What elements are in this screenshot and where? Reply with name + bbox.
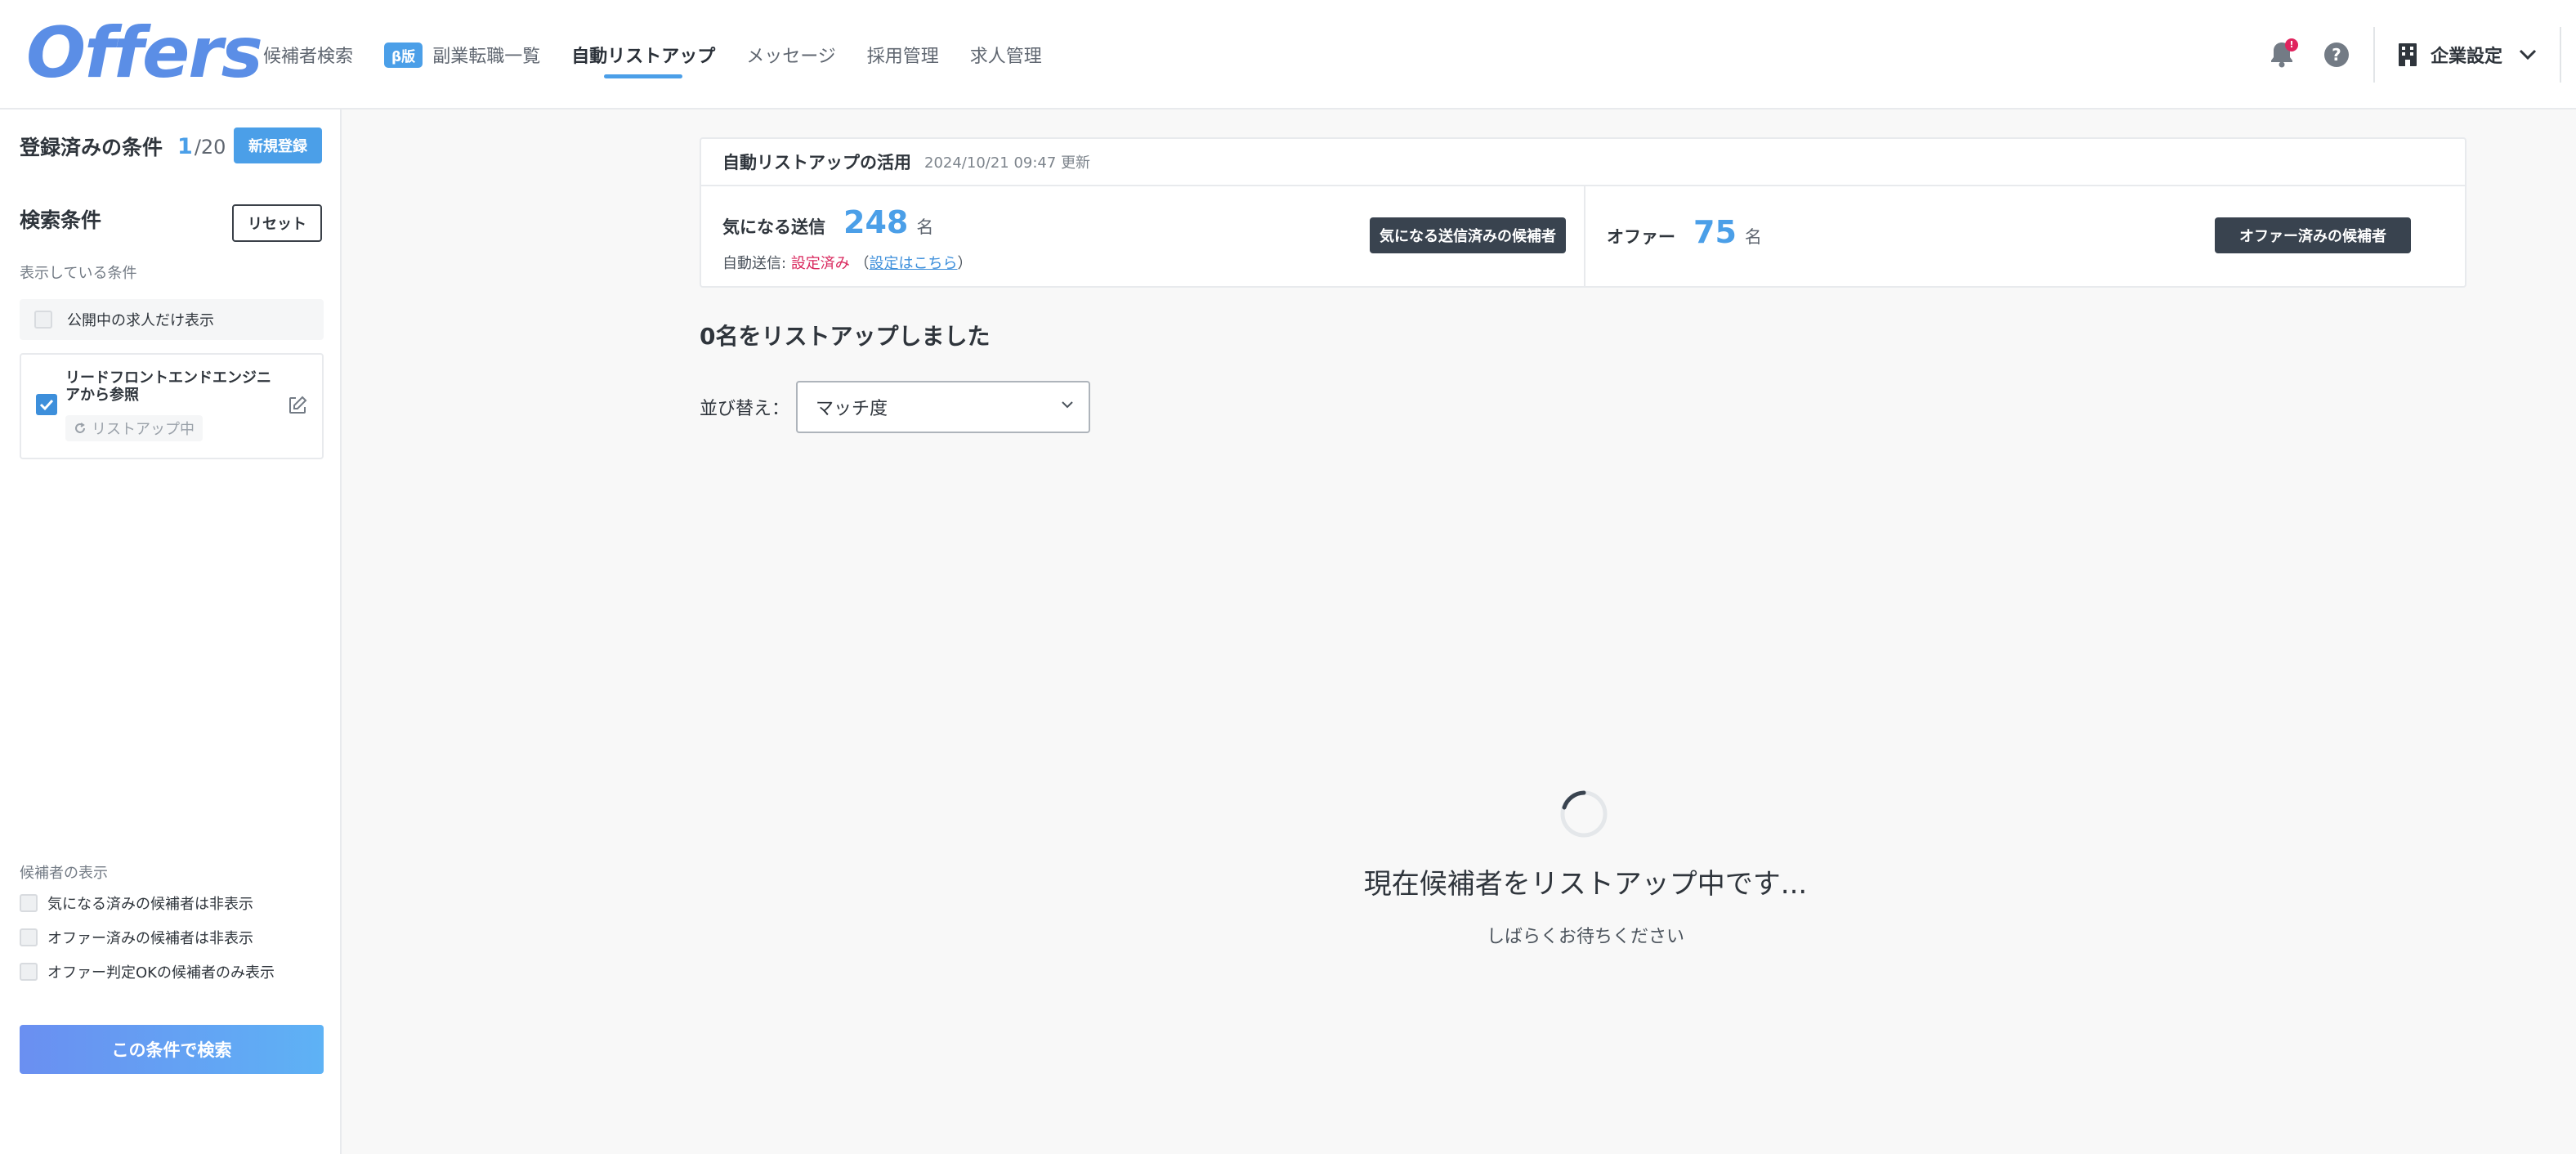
settings-link[interactable]: 設定はこちら — [870, 255, 958, 272]
nav-label: 採用管理 — [866, 47, 939, 67]
nav-label: 求人管理 — [969, 47, 1042, 67]
option-label: オファー判定OKの候補者のみ表示 — [47, 964, 275, 982]
auto-send-label: 自動送信: — [722, 255, 787, 272]
corp-settings-label: 企業設定 — [2430, 47, 2502, 67]
beta-badge: β版 — [384, 42, 423, 68]
listed-count-heading: 0名をリストアップしました — [700, 323, 991, 350]
registered-title: 登録済みの条件 — [20, 136, 163, 159]
building-icon — [2398, 43, 2417, 66]
interest-panel: 気になる送信 248 名 自動送信: 設定済み （設定はこちら） 気になる送信済… — [701, 186, 1585, 288]
auto-listup-summary-card: 自動リストアップの活用 2024/10/21 09:47 更新 気になる送信 2… — [700, 137, 2466, 288]
option-label: 気になる済みの候補者は非表示 — [47, 896, 253, 913]
top-header: Offers 候補者検索 β版 副業転職一覧 自動リストアップ メッセージ 採用管… — [0, 0, 2576, 110]
summary-updated: 2024/10/21 09:47 更新 — [924, 154, 1091, 172]
nav-label: 副業転職一覧 — [432, 47, 541, 67]
offer-panel: オファー 75 名 オファー済みの候補者 — [1587, 186, 2466, 288]
new-register-button[interactable]: 新規登録 — [234, 127, 322, 163]
sort-label: 並び替え： — [700, 399, 790, 419]
saved-condition-card[interactable]: リードフロントエンドエンジニアから参照 リストアップ中 — [20, 353, 324, 459]
hide-offered-checkbox[interactable] — [20, 928, 38, 946]
help-icon[interactable]: ? — [2323, 42, 2349, 67]
nav-side-job-list[interactable]: β版 副業転職一覧 — [384, 0, 540, 110]
public-only-label: 公開中の求人だけ表示 — [67, 312, 214, 329]
candidate-display-title: 候補者の表示 — [20, 865, 108, 882]
edit-icon[interactable] — [288, 396, 307, 415]
hide-offered-option[interactable]: オファー済みの候補者は非表示 — [20, 927, 253, 948]
public-only-checkbox-row[interactable]: 公開中の求人だけ表示 — [20, 299, 324, 340]
nav-job-management[interactable]: 求人管理 — [970, 0, 1042, 110]
corp-settings-menu[interactable]: 企業設定 — [2375, 27, 2560, 83]
listup-status-badge: リストアップ中 — [65, 415, 203, 441]
shown-conditions-label: 表示している条件 — [20, 265, 137, 282]
public-only-checkbox[interactable] — [34, 311, 52, 329]
offer-ok-only-checkbox[interactable] — [20, 963, 38, 981]
sort-select[interactable]: マッチ度 — [796, 381, 1090, 433]
chevron-down-icon — [2519, 49, 2537, 60]
option-label: オファー済みの候補者は非表示 — [47, 930, 253, 947]
listup-status-label: リストアップ中 — [92, 421, 195, 438]
loading-message: 現在候補者をリストアップ中です... — [1363, 868, 1808, 901]
interest-unit: 名 — [916, 217, 934, 237]
refresh-icon — [75, 423, 85, 433]
chevron-down-icon — [1062, 401, 1073, 409]
header-divider — [2560, 27, 2561, 83]
interest-count: 248 — [843, 204, 909, 240]
notification-badge: ! — [2284, 38, 2298, 51]
summary-title: 自動リストアップの活用 — [722, 153, 911, 172]
notification-bell-icon[interactable]: ! — [2264, 37, 2300, 73]
condition-name: リードフロントエンドエンジニアから参照 — [65, 369, 271, 404]
nav-candidate-search[interactable]: 候補者検索 — [263, 0, 353, 110]
nav-auto-listup[interactable]: 自動リストアップ — [571, 0, 715, 110]
offer-ok-only-option[interactable]: オファー判定OKの候補者のみ表示 — [20, 961, 275, 982]
summary-header: 自動リストアップの活用 2024/10/21 09:47 更新 — [701, 139, 2465, 186]
hide-interested-option[interactable]: 気になる済みの候補者は非表示 — [20, 892, 253, 914]
offer-label: オファー — [1607, 227, 1675, 247]
offers-logo[interactable]: Offers — [26, 15, 263, 92]
interest-sent-candidates-button[interactable]: 気になる送信済みの候補者 — [1370, 217, 1566, 253]
condition-checkbox[interactable] — [36, 394, 57, 415]
check-icon — [39, 399, 54, 411]
nav-label: 自動リストアップ — [571, 47, 716, 67]
nav-recruitment[interactable]: 採用管理 — [867, 0, 939, 110]
registered-count: 1/20 — [177, 134, 226, 159]
registered-total: /20 — [194, 135, 226, 159]
header-right: ! ? 企業設定 — [2264, 0, 2576, 110]
offer-unit: 名 — [1744, 227, 1762, 247]
paren-open: （ — [854, 255, 870, 272]
interest-row: 気になる送信 248 名 — [722, 204, 933, 240]
paren-close: ） — [957, 255, 973, 272]
nav-label: メッセージ — [746, 47, 836, 67]
offer-count: 75 — [1693, 214, 1737, 250]
loading-spinner-icon — [1560, 790, 1608, 838]
main-nav: 候補者検索 β版 副業転職一覧 自動リストアップ メッセージ 採用管理 求人管理 — [263, 0, 1073, 110]
offer-row: オファー 75 名 — [1607, 214, 1762, 250]
waiting-message: しばらくお待ちください — [1486, 927, 1684, 947]
offered-candidates-button[interactable]: オファー済みの候補者 — [2215, 217, 2411, 253]
sort-value: マッチ度 — [816, 399, 888, 419]
registered-current: 1 — [177, 133, 193, 159]
interest-label: 気になる送信 — [722, 217, 825, 237]
sidebar: 登録済みの条件 1/20 新規登録 検索条件 リセット 表示している条件 公開中… — [0, 110, 342, 1154]
nav-label: 候補者検索 — [263, 47, 354, 67]
auto-send-row: 自動送信: 設定済み （設定はこちら） — [722, 252, 973, 273]
search-with-conditions-button[interactable]: この条件で検索 — [20, 1025, 324, 1074]
auto-send-status: 設定済み — [790, 255, 850, 272]
reset-button[interactable]: リセット — [232, 204, 322, 242]
nav-messages[interactable]: メッセージ — [746, 0, 836, 110]
search-conditions-title: 検索条件 — [20, 208, 102, 232]
summary-body: 気になる送信 248 名 自動送信: 設定済み （設定はこちら） 気になる送信済… — [701, 186, 2465, 288]
hide-interested-checkbox[interactable] — [20, 894, 38, 912]
